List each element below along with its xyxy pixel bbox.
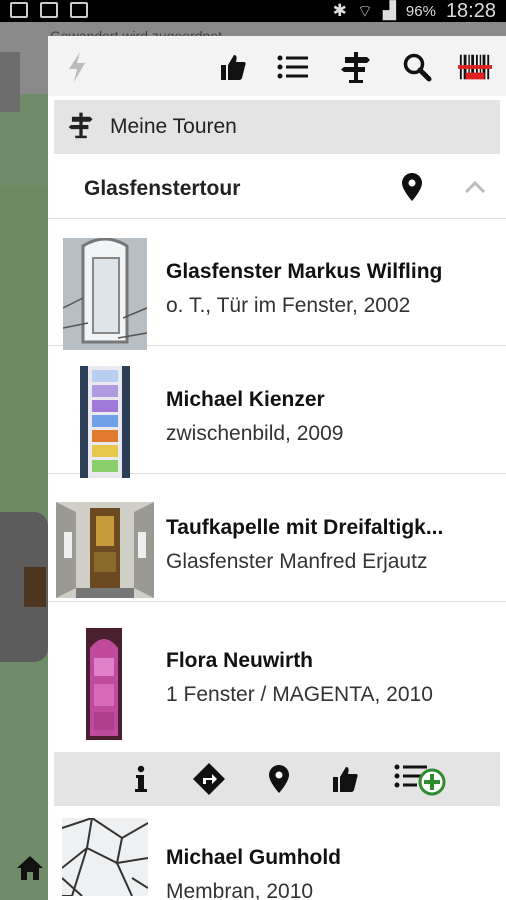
- add-to-list-icon[interactable]: [394, 762, 448, 796]
- task-notification-icon: [70, 2, 88, 18]
- info-icon[interactable]: [124, 762, 158, 796]
- collapse-chevron-icon[interactable]: [464, 180, 488, 199]
- item-title: Michael Gumhold: [166, 846, 342, 869]
- item-subtitle: zwischenbild, 2009: [166, 422, 344, 445]
- item-subtitle: o. T., Tür im Fenster, 2002: [166, 294, 411, 317]
- home-icon[interactable]: [16, 855, 44, 881]
- status-bar: ✱ ⌔ ▟ 96% 18:28: [0, 0, 506, 22]
- list-item[interactable]: Michael Kienzer zwischenbild, 2009: [48, 346, 506, 478]
- item-thumbnail: [56, 502, 154, 598]
- item-title: Michael Kienzer: [166, 388, 325, 411]
- no-image-notification-icon: [40, 2, 58, 18]
- list-item[interactable]: Flora Neuwirth 1 Fenster / MAGENTA, 2010: [48, 602, 506, 752]
- list-item[interactable]: Michael Gumhold Membran, 2010: [48, 808, 506, 900]
- item-title: Glasfenster Markus Wilfling: [166, 260, 443, 283]
- background-card-thumbnail: [24, 567, 46, 607]
- flash-icon[interactable]: [60, 50, 94, 84]
- tour-row[interactable]: Glasfenstertour: [48, 160, 506, 219]
- gallery-notification-icon: [10, 2, 28, 18]
- thumbs-up-icon[interactable]: [216, 50, 250, 84]
- signpost-icon[interactable]: [339, 50, 373, 84]
- my-tours-title: Meine Touren: [110, 115, 237, 138]
- item-subtitle: 1 Fenster / MAGENTA, 2010: [166, 683, 433, 706]
- search-icon[interactable]: [400, 50, 434, 84]
- item-thumbnail: [80, 366, 130, 478]
- item-subtitle: Membran, 2010: [166, 880, 314, 900]
- background-menu-button: [0, 52, 20, 112]
- map-pin-icon[interactable]: [402, 172, 426, 206]
- signpost-icon: [68, 111, 102, 144]
- battery-level: 96%: [405, 2, 436, 20]
- list-item[interactable]: Glasfenster Markus Wilfling o. T., Tür i…: [48, 218, 506, 350]
- item-thumbnail: [63, 238, 147, 350]
- map-pin-icon[interactable]: [262, 762, 296, 796]
- thumbs-up-icon[interactable]: [328, 762, 362, 796]
- item-action-bar: [54, 752, 500, 806]
- tour-name: Glasfenstertour: [84, 177, 241, 200]
- my-tours-header[interactable]: Meine Touren: [54, 100, 500, 154]
- signal-icon: ▟: [382, 1, 396, 20]
- item-subtitle: Glasfenster Manfred Erjautz: [166, 550, 428, 573]
- item-title: Taufkapelle mit Dreifaltigk...: [166, 516, 444, 539]
- bluetooth-icon: ✱: [332, 1, 347, 20]
- barcode-scan-icon[interactable]: [458, 50, 492, 84]
- list-item[interactable]: Taufkapelle mit Dreifaltigk... Glasfenst…: [48, 474, 506, 602]
- directions-icon[interactable]: [192, 762, 226, 796]
- item-title: Flora Neuwirth: [166, 649, 314, 672]
- navigation-drawer: Meine Touren Glasfenstertour Glasfenster…: [48, 36, 506, 900]
- clock-time: 18:28: [445, 0, 496, 22]
- list-icon[interactable]: [276, 50, 310, 84]
- item-thumbnail: [62, 818, 148, 896]
- item-thumbnail: [86, 628, 122, 740]
- drawer-toolbar: [48, 36, 506, 96]
- background-card: [0, 512, 48, 662]
- background-map-strip: [0, 187, 48, 517]
- wifi-icon: ⌔: [356, 1, 373, 21]
